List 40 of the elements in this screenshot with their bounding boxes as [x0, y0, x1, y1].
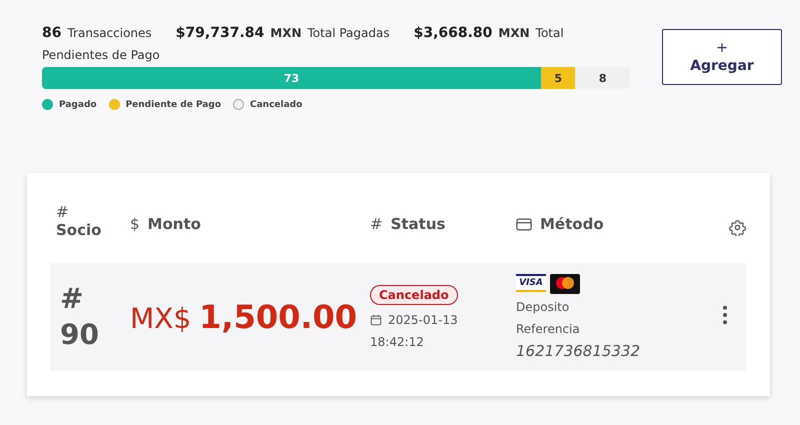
- add-button[interactable]: + Agregar: [662, 29, 782, 85]
- column-header: Monto: [148, 215, 201, 233]
- column-icon: #: [370, 215, 383, 233]
- settings-icon[interactable]: [729, 219, 746, 236]
- legend-dot: [108, 99, 120, 110]
- reference-number: 1621736815332: [516, 342, 642, 360]
- currency-label: MXN: [270, 26, 302, 40]
- pending-label: Total: [536, 26, 564, 40]
- legend-dot: [233, 99, 244, 110]
- currency-label: MXN: [498, 26, 530, 40]
- paid-label: Total Pagadas: [308, 26, 390, 40]
- socio-number: 90: [60, 317, 100, 353]
- legend-dot: [42, 99, 53, 110]
- credit-card-icon: [516, 218, 532, 230]
- date-text: 2025-01-13: [388, 313, 458, 327]
- transaction-count: 86: [42, 25, 62, 41]
- paid-amount: $79,737.84: [176, 25, 264, 41]
- card-logo: VISA: [516, 274, 546, 292]
- payment-method: Deposito: [516, 299, 570, 316]
- status-badge: Cancelado: [370, 285, 458, 305]
- pending-amount: $3,668.80: [414, 25, 492, 41]
- hash-mark: #: [60, 281, 84, 317]
- legend-label: Pendiente de Pago: [126, 100, 221, 110]
- time-text: 18:42:12: [370, 335, 424, 349]
- currency-symbol: MX$: [130, 302, 192, 335]
- reference-label: Referencia: [516, 321, 581, 338]
- column-header: Socio: [56, 221, 102, 239]
- table-row[interactable]: # 90 MX$ 1,500.00 Cancelado 2025-01-13 18:42:12 VISA Deposito Referencia 1621736815332: [50, 263, 746, 371]
- column-icon: $: [130, 215, 140, 233]
- column-icon: #: [56, 203, 69, 221]
- more-options-icon[interactable]: [722, 305, 728, 325]
- legend-label: Pagado: [59, 100, 97, 110]
- pending-label: Pendientes de Pago: [42, 48, 160, 62]
- amount: 1,500.00: [199, 298, 358, 336]
- column-header: Método: [540, 215, 604, 233]
- calendar-icon: [370, 314, 382, 326]
- mastercard-icon: [550, 274, 580, 294]
- column-header: Status: [390, 215, 446, 233]
- legend-label: Cancelado: [250, 100, 302, 110]
- transaction-label: Transacciones: [67, 26, 152, 40]
